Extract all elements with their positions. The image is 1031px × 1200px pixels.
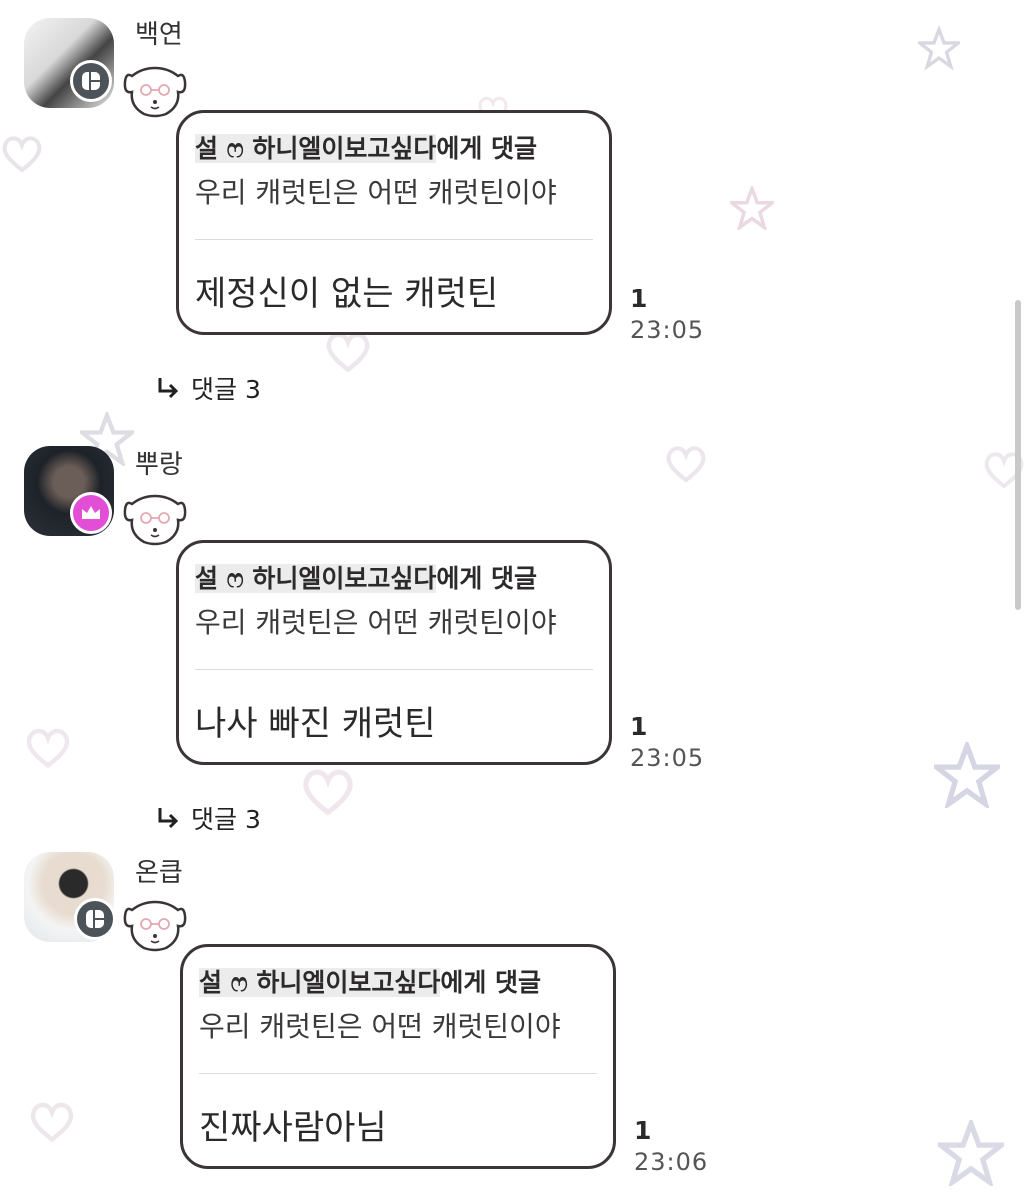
- background-star-icon: [730, 186, 774, 230]
- reply-to-suffix: 에게 댓글: [440, 968, 542, 997]
- divider: [199, 1073, 597, 1074]
- sender-nickname[interactable]: 뿌랑: [135, 444, 183, 481]
- background-heart-icon: [323, 330, 373, 374]
- thread-label: 댓글 3: [191, 375, 261, 404]
- open-chat-host-icon: [74, 898, 116, 940]
- message-bubble[interactable]: 설 ෆ 하니엘이보고싶다에게 댓글 우리 캐럿틴은 어떤 캐럿틴이야 나사 빠진…: [176, 540, 612, 765]
- open-chat-host-icon: [70, 60, 112, 102]
- thread-link[interactable]: 댓글 3: [155, 370, 261, 406]
- background-star-icon: [934, 742, 1000, 808]
- reply-header: 설 ෆ 하니엘이보고싶다에게 댓글: [195, 129, 537, 165]
- unread-count: 1: [630, 712, 648, 741]
- background-star-icon: [918, 22, 960, 74]
- divider: [195, 669, 593, 670]
- puppy-sticker-icon: [122, 900, 188, 958]
- crown-icon: [70, 492, 112, 534]
- reply-to-suffix: 에게 댓글: [436, 134, 538, 163]
- reply-to-name[interactable]: 설 ෆ 하니엘이보고싶다: [195, 564, 437, 593]
- puppy-sticker-icon: [122, 66, 188, 124]
- reply-to-suffix: 에게 댓글: [436, 564, 538, 593]
- thread-label: 댓글 3: [191, 805, 261, 834]
- message-text: 진짜사람아님: [199, 1108, 387, 1148]
- background-heart-icon: [28, 1100, 76, 1144]
- message-bubble[interactable]: 설 ෆ 하니엘이보고싶다에게 댓글 우리 캐럿틴은 어떤 캐럿틴이야 제정신이 …: [176, 110, 612, 335]
- unread-count: 1: [634, 1116, 652, 1145]
- reply-header: 설 ෆ 하니엘이보고싶다에게 댓글: [195, 559, 537, 595]
- thread-link[interactable]: 댓글 3: [155, 800, 261, 836]
- timestamp: 23:06: [634, 1148, 709, 1176]
- message-text: 나사 빠진 캐럿틴: [195, 704, 436, 744]
- reply-to-name[interactable]: 설 ෆ 하니엘이보고싶다: [199, 968, 441, 997]
- background-heart-icon: [24, 726, 72, 770]
- reply-arrow-icon: [158, 378, 179, 399]
- sender-nickname[interactable]: 백연: [135, 14, 183, 51]
- divider: [195, 239, 593, 240]
- reply-to-name[interactable]: 설 ෆ 하니엘이보고싶다: [195, 134, 437, 163]
- timestamp: 23:05: [630, 744, 705, 772]
- quoted-original-message[interactable]: 우리 캐럿틴은 어떤 캐럿틴이야: [199, 1005, 561, 1045]
- reply-header: 설 ෆ 하니엘이보고싶다에게 댓글: [199, 963, 541, 999]
- background-heart-icon: [0, 134, 44, 174]
- quoted-original-message[interactable]: 우리 캐럿틴은 어떤 캐럿틴이야: [195, 601, 557, 641]
- message-text: 제정신이 없는 캐럿틴: [195, 274, 499, 314]
- quoted-original-message[interactable]: 우리 캐럿틴은 어떤 캐럿틴이야: [195, 171, 557, 211]
- message-bubble[interactable]: 설 ෆ 하니엘이보고싶다에게 댓글 우리 캐럿틴은 어떤 캐럿틴이야 진짜사람아…: [180, 944, 616, 1169]
- background-heart-icon: [300, 766, 356, 818]
- reply-arrow-icon: [158, 808, 179, 829]
- unread-count: 1: [630, 284, 648, 313]
- background-heart-icon: [664, 444, 708, 484]
- puppy-sticker-icon: [122, 494, 188, 552]
- sender-nickname[interactable]: 온큽: [135, 852, 183, 889]
- timestamp: 23:05: [630, 316, 705, 344]
- background-star-icon: [938, 1120, 1004, 1186]
- scrollbar[interactable]: [1015, 300, 1021, 610]
